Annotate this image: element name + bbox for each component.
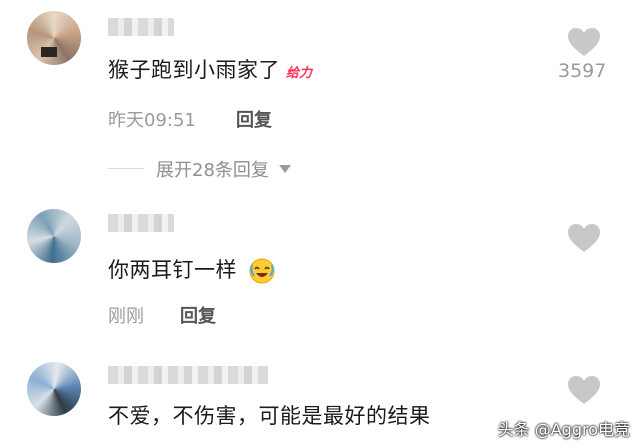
laughing-emoji-icon xyxy=(248,257,276,285)
comment-text: 你两耳钉一样 xyxy=(108,254,276,285)
username-blurred[interactable] xyxy=(108,18,174,36)
like-count: 3597 xyxy=(558,60,607,82)
comment-text-content: 猴子跑到小雨家了 xyxy=(108,58,280,82)
reply-button[interactable]: 回复 xyxy=(180,302,216,328)
heart-icon[interactable] xyxy=(566,222,602,254)
comment-time: 刚刚 xyxy=(108,306,144,327)
divider-line xyxy=(108,168,144,169)
expand-replies-button[interactable]: 展开28条回复 xyxy=(156,156,291,182)
reply-button[interactable]: 回复 xyxy=(236,106,272,132)
chevron-down-icon xyxy=(278,165,291,173)
avatar[interactable] xyxy=(27,11,81,65)
comment-time: 昨天09:51 xyxy=(108,110,196,131)
username-blurred[interactable] xyxy=(108,366,268,384)
avatar[interactable] xyxy=(27,362,81,416)
heart-icon[interactable] xyxy=(566,26,602,58)
comment-text: 不爱，不伤害，可能是最好的结果 xyxy=(108,404,431,428)
username-blurred[interactable] xyxy=(108,214,174,232)
badge-geili: 给力 xyxy=(286,65,313,81)
expand-replies-label: 展开28条回复 xyxy=(156,160,269,181)
avatar[interactable] xyxy=(27,209,81,263)
comment-text: 猴子跑到小雨家了 给力 xyxy=(108,54,312,84)
watermark-text: 头条 @Aggro电竞 xyxy=(497,420,630,439)
heart-icon[interactable] xyxy=(566,374,602,406)
comment-text-content: 你两耳钉一样 xyxy=(108,258,237,282)
